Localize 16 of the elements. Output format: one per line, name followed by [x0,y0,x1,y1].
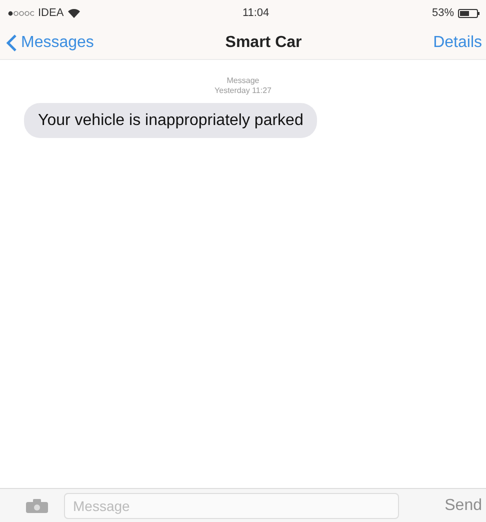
wifi-icon [68,8,80,18]
back-chevron-icon [6,34,17,52]
conversation-title: Smart Car [224,32,303,52]
camera-icon[interactable] [26,498,48,512]
details-link[interactable]: Details [433,30,482,54]
back-link[interactable]: Messages [6,30,182,54]
send-button[interactable]: Send [414,494,486,518]
message-bubble: Your vehicle is inappropriately parked [24,103,318,138]
signal-icon [8,10,34,16]
battery-icon [458,8,480,18]
message-label: Message [226,76,260,86]
message-timestamp: Yesterday 11:27 [214,86,272,96]
clock-time: 11:04 [241,6,270,21]
battery-percentage: 53% [432,6,454,21]
carrier-name: IDEA [38,6,64,21]
message-input[interactable]: Message [64,492,399,518]
